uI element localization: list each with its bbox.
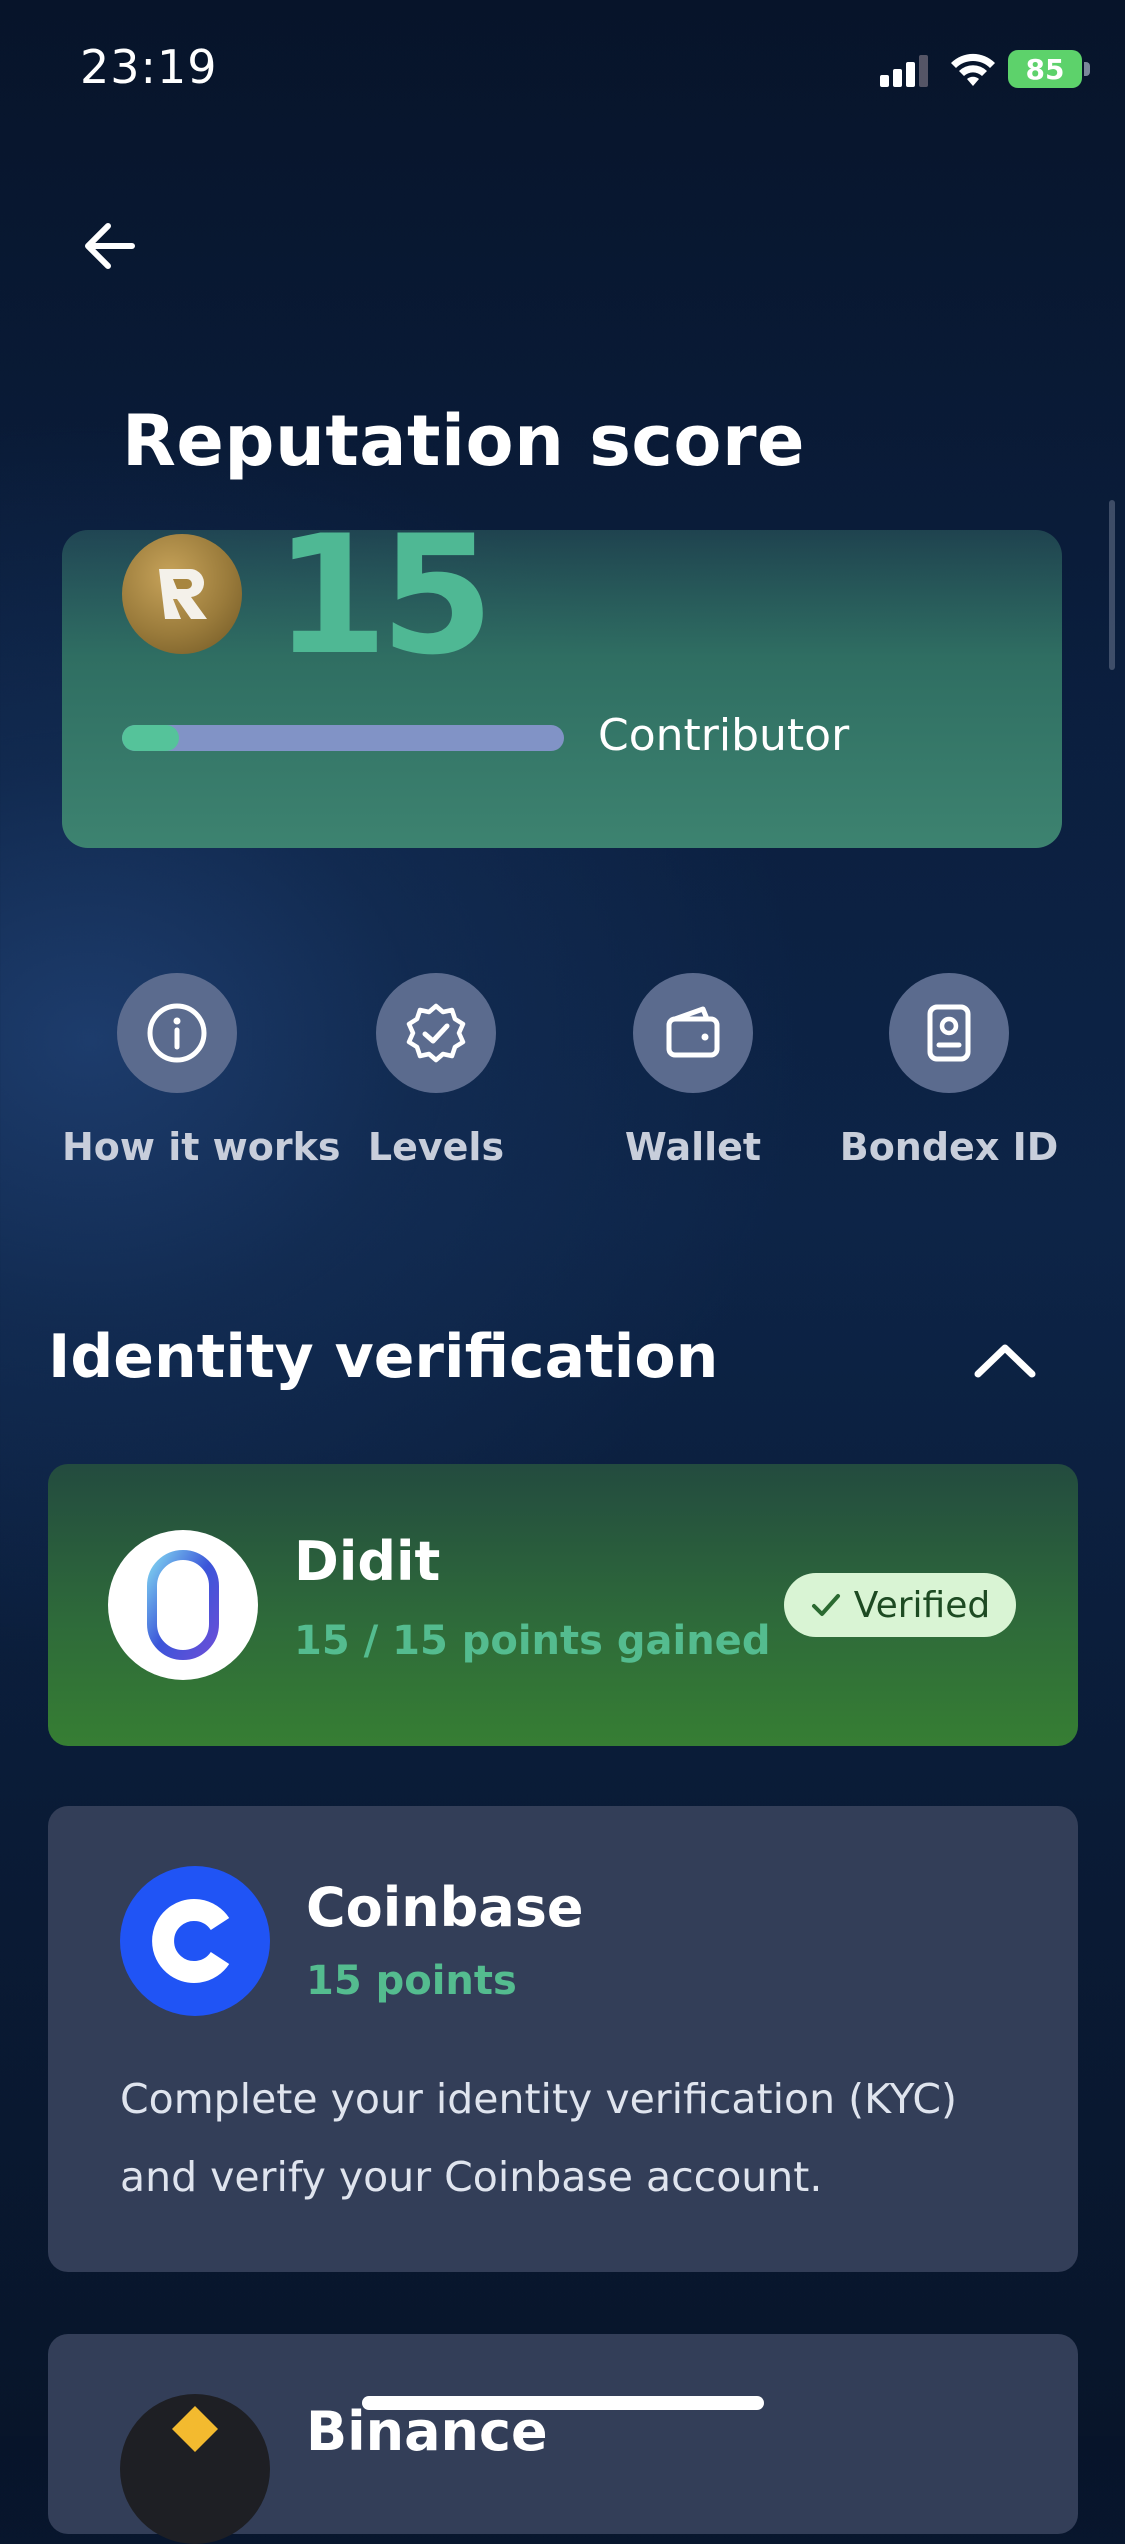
level-label: Contributor (598, 710, 850, 761)
wallet-label: Wallet (624, 1125, 762, 1169)
back-arrow-icon[interactable] (80, 218, 140, 274)
coinbase-description: Complete your identity verification (KYC… (120, 2075, 957, 2201)
section-title: Identity verification (48, 1322, 719, 1392)
level-progress-fill (122, 725, 180, 751)
id-card-icon (927, 1004, 971, 1062)
how-it-works-button[interactable]: How it works (62, 973, 341, 1169)
level-progress-bar (122, 725, 564, 751)
chevron-up-icon[interactable] (970, 1330, 1040, 1390)
didit-points: 15 / 15 points gained (294, 1618, 771, 1664)
levels-button[interactable]: Levels (321, 973, 551, 1169)
how-it-works-label: How it works (62, 1125, 341, 1169)
didit-logo-icon (108, 1530, 258, 1680)
coinbase-points: 15 points (306, 1958, 517, 2004)
wallet-button[interactable]: Wallet (578, 973, 808, 1169)
bondex-id-label: Bondex ID (839, 1125, 1059, 1169)
score-value: 15 (274, 500, 494, 691)
wifi-icon (951, 53, 995, 86)
checkmark-icon (811, 1594, 840, 1616)
didit-name: Didit (294, 1530, 441, 1593)
scrollbar[interactable] (1109, 500, 1115, 670)
wallet-icon (666, 1006, 720, 1058)
cellular-signal-icon (880, 53, 932, 87)
verified-label: Verified (853, 1584, 991, 1626)
bondex-id-button[interactable]: Bondex ID (834, 973, 1064, 1169)
battery-icon: 85 (1008, 50, 1082, 88)
levels-label: Levels (367, 1125, 505, 1169)
info-icon (147, 1003, 207, 1063)
verified-badge: Verified (784, 1573, 1016, 1637)
page-title: Reputation score (122, 400, 806, 482)
coinbase-name: Coinbase (306, 1876, 584, 1939)
reputation-coin-icon (122, 534, 242, 654)
badge-check-icon (406, 1003, 466, 1063)
battery-cap (1084, 62, 1090, 76)
status-time: 23:19 (80, 40, 218, 94)
coinbase-logo-icon (120, 1866, 270, 2016)
binance-logo-icon (120, 2394, 270, 2544)
home-indicator[interactable] (362, 2396, 764, 2410)
